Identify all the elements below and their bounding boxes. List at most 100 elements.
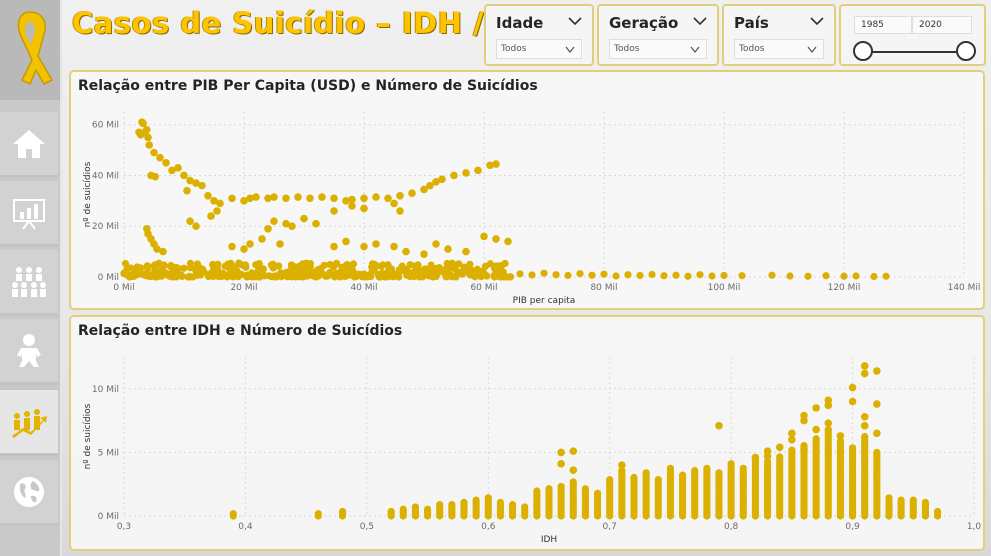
data-point[interactable] [221, 262, 229, 270]
slicer-geracao[interactable]: Geração Todos [597, 4, 719, 66]
data-point[interactable] [885, 494, 893, 502]
data-point[interactable] [322, 272, 330, 280]
data-point[interactable] [131, 267, 139, 275]
slicer-idade-dropdown[interactable]: Todos [496, 39, 582, 59]
data-point[interactable] [360, 194, 368, 203]
data-point[interactable] [768, 271, 776, 279]
data-point[interactable] [287, 261, 296, 269]
data-point[interactable] [474, 166, 482, 175]
data-point[interactable] [860, 369, 869, 378]
data-point[interactable] [480, 232, 488, 241]
data-point[interactable] [508, 501, 517, 509]
data-point[interactable] [873, 367, 881, 375]
data-point[interactable] [256, 273, 264, 281]
data-point[interactable] [314, 510, 322, 518]
data-point[interactable] [569, 466, 578, 475]
data-point[interactable] [318, 193, 326, 201]
chevron-down-icon[interactable] [810, 16, 824, 26]
data-point[interactable] [497, 273, 505, 281]
data-point[interactable] [332, 269, 340, 277]
data-point[interactable] [654, 476, 662, 484]
data-point[interactable] [788, 446, 796, 454]
data-point[interactable] [666, 464, 675, 472]
data-point[interactable] [715, 469, 723, 477]
data-point[interactable] [678, 471, 687, 479]
data-point[interactable] [122, 268, 130, 276]
data-point[interactable] [372, 240, 380, 248]
data-point[interactable] [751, 453, 760, 462]
data-point[interactable] [824, 396, 833, 405]
data-point[interactable] [372, 193, 380, 201]
data-point[interactable] [306, 263, 314, 271]
data-point[interactable] [660, 272, 668, 280]
data-point[interactable] [516, 270, 524, 278]
data-point[interactable] [408, 189, 416, 198]
data-point[interactable] [462, 247, 470, 256]
data-point[interactable] [448, 501, 456, 509]
data-point[interactable] [423, 505, 432, 513]
data-point[interactable] [873, 448, 881, 456]
data-point[interactable] [146, 273, 154, 281]
data-point[interactable] [390, 242, 398, 251]
nav-population-button[interactable] [0, 250, 58, 316]
data-point[interactable] [812, 435, 820, 443]
data-point[interactable] [576, 270, 584, 278]
data-point[interactable] [145, 141, 153, 149]
data-point[interactable] [933, 507, 942, 516]
data-point[interactable] [377, 273, 385, 281]
data-point[interactable] [207, 212, 215, 220]
data-point[interactable] [444, 267, 452, 276]
data-point[interactable] [504, 237, 512, 246]
data-point[interactable] [338, 507, 347, 516]
data-point[interactable] [533, 487, 541, 495]
data-point[interactable] [258, 235, 266, 243]
data-point[interactable] [921, 498, 930, 506]
data-point[interactable] [436, 501, 444, 509]
data-point[interactable] [852, 272, 860, 280]
data-point[interactable] [822, 272, 830, 280]
data-point[interactable] [786, 272, 794, 280]
slicer-pais[interactable]: País Todos [722, 4, 836, 66]
data-point[interactable] [183, 186, 191, 195]
data-point[interactable] [452, 262, 460, 270]
data-point[interactable] [151, 172, 159, 181]
data-point[interactable] [840, 272, 848, 280]
data-point[interactable] [411, 503, 420, 511]
data-point[interactable] [299, 272, 307, 280]
data-point[interactable] [387, 507, 395, 516]
scatter-chart-idh[interactable]: 0,3 0,4 0,5 0,6 0,7 0,8 0,9 1,0 0 Mil 5 Mil 10 Mil… [71, 317, 987, 553]
data-point[interactable] [450, 171, 458, 180]
data-point[interactable] [848, 383, 857, 392]
data-point[interactable] [454, 269, 462, 277]
data-point[interactable] [800, 411, 808, 420]
data-point[interactable] [420, 267, 428, 275]
data-point[interactable] [588, 271, 596, 279]
data-point[interactable] [396, 191, 404, 200]
data-point[interactable] [909, 496, 917, 504]
data-point[interactable] [385, 265, 393, 273]
data-point[interactable] [776, 453, 784, 461]
slicer-geracao-dropdown[interactable]: Todos [609, 39, 707, 59]
data-point[interactable] [299, 261, 307, 269]
data-point[interactable] [306, 194, 314, 203]
data-point[interactable] [155, 267, 163, 275]
data-point[interactable] [691, 466, 699, 475]
data-point[interactable] [216, 199, 224, 208]
data-point[interactable] [420, 250, 428, 258]
data-point[interactable] [360, 242, 368, 251]
data-point[interactable] [229, 273, 237, 281]
data-point[interactable] [186, 217, 194, 225]
data-point[interactable] [265, 272, 273, 280]
data-point[interactable] [836, 432, 845, 440]
data-point[interactable] [397, 266, 405, 274]
slicer-pais-dropdown[interactable]: Todos [734, 39, 824, 59]
data-point[interactable] [139, 119, 147, 128]
data-point[interactable] [552, 271, 560, 279]
data-point[interactable] [738, 272, 746, 280]
nav-home-button[interactable] [0, 112, 58, 178]
data-point[interactable] [294, 193, 302, 201]
data-point[interactable] [696, 271, 704, 279]
data-point[interactable] [348, 202, 356, 210]
data-point[interactable] [684, 272, 692, 280]
data-point[interactable] [276, 240, 284, 248]
